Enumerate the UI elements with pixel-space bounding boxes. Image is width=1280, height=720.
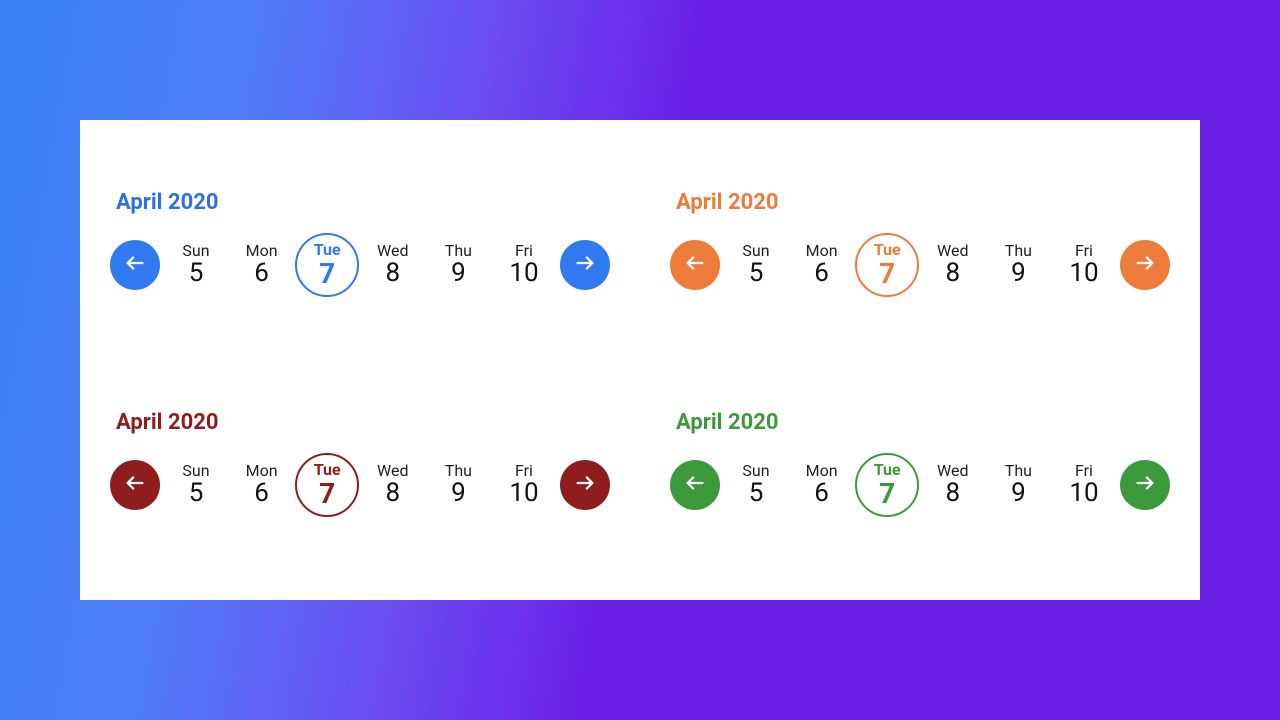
day-number: 9 bbox=[451, 260, 466, 287]
day-cell-selected[interactable]: Tue7 bbox=[295, 233, 359, 297]
day-cell[interactable]: Mon6 bbox=[230, 233, 294, 297]
day-number: 5 bbox=[749, 480, 764, 507]
day-number: 5 bbox=[189, 260, 204, 287]
date-picker-card: April 2020 Sun5 Mon6 Tue7 Wed8 Thu9 Fri1… bbox=[80, 120, 1200, 600]
days-strip: Sun5 Mon6 Tue7 Wed8 Thu9 Fri10 bbox=[160, 453, 560, 517]
arrow-right-icon bbox=[574, 252, 596, 278]
next-button[interactable] bbox=[560, 460, 610, 510]
day-number: 8 bbox=[385, 260, 400, 287]
day-cell[interactable]: Wed8 bbox=[361, 233, 425, 297]
days-strip: Sun5 Mon6 Tue7 Wed8 Thu9 Fri10 bbox=[160, 233, 560, 297]
day-number: 6 bbox=[814, 480, 829, 507]
date-picker-orange: April 2020 Sun5 Mon6 Tue7 Wed8 Thu9 Fri1… bbox=[670, 190, 1170, 350]
day-cell[interactable]: Thu9 bbox=[986, 233, 1050, 297]
day-number: 6 bbox=[254, 480, 269, 507]
day-number: 10 bbox=[509, 480, 538, 507]
day-cell[interactable]: Mon6 bbox=[230, 453, 294, 517]
day-cell[interactable]: Mon6 bbox=[790, 233, 854, 297]
arrow-right-icon bbox=[1134, 472, 1156, 498]
day-number: 8 bbox=[945, 480, 960, 507]
day-cell[interactable]: Thu9 bbox=[426, 453, 490, 517]
day-cell[interactable]: Thu9 bbox=[986, 453, 1050, 517]
picker-title: April 2020 bbox=[110, 410, 610, 435]
arrow-left-icon bbox=[684, 472, 706, 498]
date-picker-green: April 2020 Sun5 Mon6 Tue7 Wed8 Thu9 Fri1… bbox=[670, 410, 1170, 570]
next-button[interactable] bbox=[1120, 460, 1170, 510]
arrow-right-icon bbox=[1134, 252, 1156, 278]
prev-button[interactable] bbox=[670, 240, 720, 290]
picker-row: Sun5 Mon6 Tue7 Wed8 Thu9 Fri10 bbox=[670, 233, 1170, 297]
day-cell[interactable]: Wed8 bbox=[921, 233, 985, 297]
arrow-left-icon bbox=[124, 472, 146, 498]
day-number: 10 bbox=[1069, 480, 1098, 507]
day-cell[interactable]: Mon6 bbox=[790, 453, 854, 517]
day-cell-selected[interactable]: Tue7 bbox=[295, 453, 359, 517]
date-picker-maroon: April 2020 Sun5 Mon6 Tue7 Wed8 Thu9 Fri1… bbox=[110, 410, 610, 570]
picker-row: Sun5 Mon6 Tue7 Wed8 Thu9 Fri10 bbox=[110, 453, 610, 517]
prev-button[interactable] bbox=[670, 460, 720, 510]
day-number: 6 bbox=[254, 260, 269, 287]
day-cell-selected[interactable]: Tue7 bbox=[855, 233, 919, 297]
day-cell[interactable]: Thu9 bbox=[426, 233, 490, 297]
picker-title: April 2020 bbox=[670, 190, 1170, 215]
day-cell[interactable]: Sun5 bbox=[724, 233, 788, 297]
day-number: 8 bbox=[945, 260, 960, 287]
prev-button[interactable] bbox=[110, 460, 160, 510]
date-picker-blue: April 2020 Sun5 Mon6 Tue7 Wed8 Thu9 Fri1… bbox=[110, 190, 610, 350]
day-number: 9 bbox=[451, 480, 466, 507]
day-cell[interactable]: Sun5 bbox=[724, 453, 788, 517]
day-number: 8 bbox=[385, 480, 400, 507]
day-cell[interactable]: Fri10 bbox=[492, 233, 556, 297]
day-number: 7 bbox=[319, 259, 335, 288]
day-cell[interactable]: Fri10 bbox=[492, 453, 556, 517]
day-number: 7 bbox=[879, 479, 895, 508]
picker-row: Sun5 Mon6 Tue7 Wed8 Thu9 Fri10 bbox=[110, 233, 610, 297]
day-number: 7 bbox=[319, 479, 335, 508]
day-number: 9 bbox=[1011, 480, 1026, 507]
day-number: 10 bbox=[509, 260, 538, 287]
day-cell[interactable]: Sun5 bbox=[164, 233, 228, 297]
arrow-right-icon bbox=[574, 472, 596, 498]
next-button[interactable] bbox=[1120, 240, 1170, 290]
picker-title: April 2020 bbox=[670, 410, 1170, 435]
day-number: 6 bbox=[814, 260, 829, 287]
next-button[interactable] bbox=[560, 240, 610, 290]
arrow-left-icon bbox=[124, 252, 146, 278]
day-number: 7 bbox=[879, 259, 895, 288]
day-number: 5 bbox=[189, 480, 204, 507]
day-number: 9 bbox=[1011, 260, 1026, 287]
day-cell[interactable]: Fri10 bbox=[1052, 233, 1116, 297]
picker-title: April 2020 bbox=[110, 190, 610, 215]
prev-button[interactable] bbox=[110, 240, 160, 290]
day-cell-selected[interactable]: Tue7 bbox=[855, 453, 919, 517]
day-cell[interactable]: Fri10 bbox=[1052, 453, 1116, 517]
day-cell[interactable]: Wed8 bbox=[921, 453, 985, 517]
arrow-left-icon bbox=[684, 252, 706, 278]
day-number: 10 bbox=[1069, 260, 1098, 287]
day-number: 5 bbox=[749, 260, 764, 287]
days-strip: Sun5 Mon6 Tue7 Wed8 Thu9 Fri10 bbox=[720, 233, 1120, 297]
day-cell[interactable]: Wed8 bbox=[361, 453, 425, 517]
days-strip: Sun5 Mon6 Tue7 Wed8 Thu9 Fri10 bbox=[720, 453, 1120, 517]
picker-row: Sun5 Mon6 Tue7 Wed8 Thu9 Fri10 bbox=[670, 453, 1170, 517]
day-cell[interactable]: Sun5 bbox=[164, 453, 228, 517]
